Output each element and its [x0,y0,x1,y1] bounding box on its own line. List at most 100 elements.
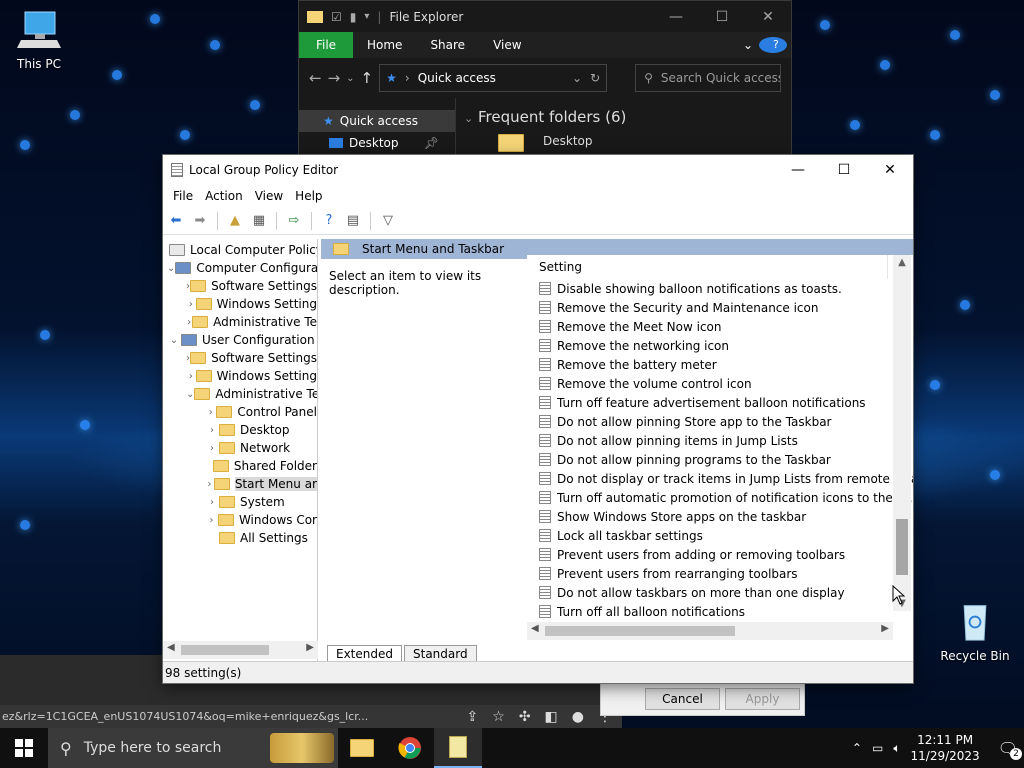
cancel-button[interactable]: Cancel [645,688,720,710]
tree-node[interactable]: ⌄ User Configuration [163,331,317,349]
start-button[interactable] [0,728,48,768]
browser-url-bar[interactable]: ez&rlz=1C1GCEA_enUS1074US1074&oq=mike+en… [0,705,622,728]
setting-row[interactable]: Show Windows Store apps on the taskbar [527,507,913,526]
setting-row[interactable]: Do not allow pinning items in Jump Lists [527,431,913,450]
chevron-right-icon[interactable]: › [205,497,219,508]
side-panel-icon[interactable]: ◧ [545,709,558,725]
tree-node[interactable]: › Administrative Te [163,313,317,331]
show-hide-tree-icon[interactable]: ▦ [250,212,268,230]
tree-node[interactable]: › System [163,493,317,511]
tree-node[interactable]: Local Computer Policy [163,241,317,259]
page-icon[interactable]: ▮ [350,10,357,24]
taskbar-chrome[interactable] [386,728,434,768]
file-explorer-window[interactable]: ☑ ▮ ▾ | File Explorer — ☐ ✕ File Home Sh… [298,0,792,162]
help-icon[interactable]: ? [320,212,338,230]
tree-node[interactable]: › Software Settings [163,349,317,367]
column-header-setting[interactable]: Setting [527,255,913,279]
tab-extended[interactable]: Extended [327,645,402,662]
maximize-button[interactable]: ☐ [821,162,867,178]
chevron-right-icon[interactable]: › [186,299,196,310]
star-icon[interactable]: ☆ [492,709,505,725]
chevron-right-icon[interactable]: › [205,407,216,418]
checkmark-icon[interactable]: ☑ [331,10,342,24]
recycle-bin-desktop-icon[interactable]: Recycle Bin [940,602,1010,663]
profile-icon[interactable]: ● [572,709,584,725]
frequent-folder-item[interactable]: Desktop [464,134,783,152]
scroll-right-icon[interactable]: ▶ [881,623,889,634]
setting-row[interactable]: Do not display or track items in Jump Li… [527,469,913,488]
file-explorer-search[interactable]: ⚲ Search Quick access [635,64,782,92]
settings-vertical-scrollbar[interactable]: ▲ ▼ [893,255,911,611]
chevron-right-icon[interactable]: › [205,515,218,526]
tree-node[interactable]: All Settings [163,529,317,547]
scroll-left-icon[interactable]: ◀ [167,642,175,653]
back-arrow-icon[interactable]: ← [309,69,322,87]
tree-node[interactable]: Shared Folder [163,457,317,475]
properties-icon[interactable]: ▤ [344,212,362,230]
setting-row[interactable]: Do not allow taskbars on more than one d… [527,583,913,602]
setting-row[interactable]: Lock all taskbar settings [527,526,913,545]
menu-view[interactable]: View [249,189,289,203]
tree-node[interactable]: › Start Menu ar [163,475,317,493]
setting-row[interactable]: Remove the volume control icon [527,374,913,393]
chevron-down-icon[interactable]: ⌄ [737,38,759,52]
help-icon[interactable]: ? [759,37,791,53]
setting-row[interactable]: Remove the Meet Now icon [527,317,913,336]
setting-row[interactable]: Turn off feature advertisement balloon n… [527,393,913,412]
chevron-down-icon[interactable]: ⌄ [186,389,194,400]
refresh-icon[interactable]: ↻ [590,71,606,85]
scroll-thumb[interactable] [545,626,735,636]
up-arrow-icon[interactable]: ↑ [361,69,374,87]
file-explorer-titlebar[interactable]: ☑ ▮ ▾ | File Explorer — ☐ ✕ [299,1,791,32]
sidebar-item-desktop[interactable]: Desktop 📌︎ [299,132,455,154]
tree-node[interactable]: › Desktop [163,421,317,439]
forward-arrow-icon[interactable]: ➡ [191,212,209,230]
chevron-down-icon[interactable]: ⌄ [572,71,582,85]
taskbar-search[interactable]: ⚲ Type here to search [48,728,338,768]
taskbar-group-policy-editor[interactable] [434,728,482,768]
ribbon-tab-view[interactable]: View [479,38,535,52]
setting-row[interactable]: Turn off all balloon notifications [527,602,913,621]
scroll-up-icon[interactable]: ▲ [893,257,911,268]
group-policy-editor-window[interactable]: Local Group Policy Editor — ☐ ✕ File Act… [162,154,914,684]
this-pc-desktop-icon[interactable]: This PC [4,10,74,71]
setting-row[interactable]: Remove the Security and Maintenance icon [527,298,913,317]
tree-node[interactable]: › Control Panel [163,403,317,421]
export-list-icon[interactable]: ⇨ [285,212,303,230]
chevron-down-icon[interactable]: ▾ [364,11,369,22]
tab-standard[interactable]: Standard [404,645,477,662]
setting-row[interactable]: Remove the networking icon [527,336,913,355]
up-folder-icon[interactable]: ▲ [226,212,244,230]
extensions-icon[interactable]: ✣ [519,709,531,725]
notification-center-icon[interactable]: 🗨︎ 2 [990,739,1022,760]
settings-horizontal-scrollbar[interactable]: ◀ ▶ [527,622,893,640]
tree-node[interactable]: › Network [163,439,317,457]
close-button[interactable]: ✕ [745,9,791,25]
tree-node[interactable]: ⌄ Administrative Te [163,385,317,403]
network-icon[interactable]: ▭ [872,741,883,755]
scroll-thumb[interactable] [181,645,269,655]
tree-node[interactable]: › Windows Setting [163,295,317,313]
chevron-up-icon[interactable]: ⌃ [852,741,862,755]
tree-node[interactable]: › Software Settings [163,277,317,295]
minimize-button[interactable]: — [775,162,821,178]
tree-node[interactable]: › Windows Setting [163,367,317,385]
apply-button[interactable]: Apply [725,688,800,710]
scroll-left-icon[interactable]: ◀ [531,623,539,634]
frequent-folders-header[interactable]: ⌄ Frequent folders (6) [464,108,783,126]
chevron-right-icon[interactable]: › [205,425,219,436]
chevron-right-icon[interactable]: › [205,479,214,490]
tree-horizontal-scrollbar[interactable]: ◀ ▶ [163,641,318,659]
forward-arrow-icon[interactable]: → [328,69,341,87]
ribbon-tab-file[interactable]: File [299,32,353,58]
setting-row[interactable]: Turn off automatic promotion of notifica… [527,488,913,507]
tree-node[interactable]: ⌄ Computer Configura [163,259,317,277]
close-button[interactable]: ✕ [867,162,913,178]
ribbon-tab-share[interactable]: Share [416,38,479,52]
menu-help[interactable]: Help [289,189,328,203]
address-bar[interactable]: ★ › Quick access ⌄ ↻ [379,64,608,92]
chevron-down-icon[interactable]: ⌄ [167,335,181,346]
setting-row[interactable]: Do not allow pinning Store app to the Ta… [527,412,913,431]
chevron-down-icon[interactable]: ⌄ [346,73,354,84]
volume-icon[interactable]: 🔈︎ [893,741,900,756]
